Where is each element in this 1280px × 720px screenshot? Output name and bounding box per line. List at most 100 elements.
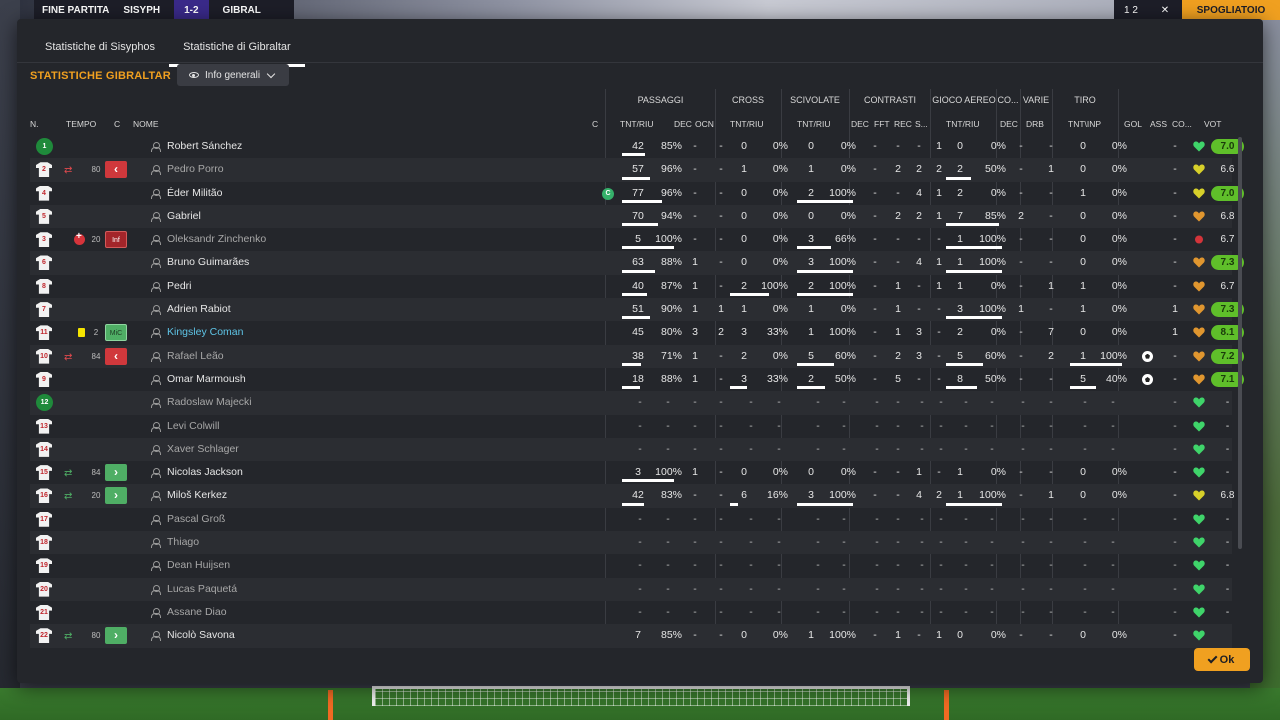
stat-cell: - [873,163,877,176]
table-row[interactable]: 14 Xaver Schlager - - - - - - - - - - - - - - - - - - - - [30,437,1232,462]
stat-bar [622,176,650,180]
player-name[interactable]: Nicolas Jackson [167,461,243,484]
stat-cell: 0% [990,466,1006,479]
table-row[interactable]: 9 Omar Marmoush 18 88% 1-3 33% 2 50% -5- -8 50% - -5… [30,368,1244,391]
stat-bar [622,246,674,250]
col-contr-fft[interactable]: FFT [874,119,890,129]
table-row[interactable]: 21 Assane Diao - - - - - - - - - - - - - - - - - - - - [30,601,1232,624]
player-name[interactable]: Levi Colwill [167,415,220,438]
col-pass-tnt[interactable]: TNT/RIU [620,119,654,129]
col-varie-drb[interactable]: DRB [1026,119,1044,129]
col-contr-dec[interactable]: DEC [851,119,869,129]
table-row[interactable]: 4 Éder Militão C 77 96% - -0 0% 2 100% - -4 1 2 0% - -1 0… [30,182,1244,205]
rating: - [1225,560,1230,572]
stat-cell: - [719,396,723,409]
player-name[interactable]: Adrien Rabiot [167,298,231,321]
col-c[interactable]: C [114,119,120,129]
group-cross: CROSS [731,95,764,105]
table-row[interactable]: 15 ⇄ 84 › Nicolas Jackson 3 100% 1-0 0% 0 0% - -1-1 0… [30,461,1232,484]
score: 1-2 [174,0,209,20]
player-name[interactable]: Kingsley Coman [167,321,243,344]
player-name[interactable]: Nicolò Savona [167,624,235,647]
table-row[interactable]: 10 ⇄ 84 ‹ Rafael Leão 38 71% 1-2 0% 5 60% -2 3-5 60% -… [30,344,1244,368]
spogliatoio-button[interactable]: SPOGLIATOIO [1182,0,1280,20]
col-gol[interactable]: GOL [1124,119,1142,129]
view-dropdown[interactable]: Info generali [177,64,289,86]
col-nome[interactable]: NOME [133,119,159,129]
col-aereo-tnt[interactable]: TNT/RIU [946,119,980,129]
heart-icon [1193,444,1205,455]
table-row[interactable]: 12 Radoslaw Majecki - - - - - - - - - - - - - - - - - - - - [30,391,1232,415]
stat-cell: - [1021,605,1025,618]
player-name[interactable]: Gabriel [167,205,201,228]
player-name[interactable]: Radoslaw Majecki [167,391,252,414]
player-name[interactable]: Pedro Porro [167,158,224,181]
table-row[interactable]: 18 Thiago - - - - - - - - - - - - - - - - - - - - [30,531,1232,555]
player-name[interactable]: Xaver Schlager [167,438,239,461]
stat-cell: - [638,396,642,409]
table-row[interactable]: 17 Pascal Groß - - - - - - - - - - - - - - - - - - - - [30,508,1232,531]
col-tiro-tnt[interactable]: TNT\INP [1068,119,1101,129]
table-row[interactable]: 13 Levi Colwill - - - - - - - - - - - - - - - - - - - - [30,415,1232,438]
col-ass[interactable]: ASS [1150,119,1167,129]
stat-bar [730,293,769,297]
table-row[interactable]: 20 Lucas Paquetá - - - - - - - - - - - - - - - - - - - - [30,577,1232,601]
table-row[interactable]: 1 Robert Sánchez 42 85% - -0 0% 0 0% - - -1 0 0% - -0 0%… [30,135,1244,158]
stat-cell: - [1083,605,1087,618]
heart-icon [1193,164,1205,175]
stat-cell: - [920,559,924,572]
ok-button[interactable]: Ok [1194,648,1250,671]
player-name[interactable]: Rafael Leão [167,345,224,368]
table-row[interactable]: 19 Dean Huijsen - - - - - - - - - - - - - - - - - - - - [30,554,1232,577]
stat-cell: - [693,536,697,549]
col-pass-ocn[interactable]: OCN [695,119,714,129]
stat-cell: - [896,140,900,152]
player-name[interactable]: Omar Marmoush [167,368,246,391]
heart-icon [1193,397,1205,408]
stat-cell: 1 [936,186,942,199]
player-name[interactable]: Thiago [167,531,199,554]
player-name[interactable]: Assane Diao [167,601,227,624]
table-row[interactable]: 16 ⇄ 20 › Miloš Kerkez 42 83% - -6 16% 3 100% - -4 2 1 1… [30,484,1234,508]
player-name[interactable]: Bruno Guimarães [167,251,249,274]
col-pass-dec[interactable]: DEC [674,119,692,129]
stat-cell: 0 [1080,466,1086,479]
col-vot[interactable]: VOT [1204,119,1221,129]
table-row[interactable]: 8 Pedri 40 87% 1-2 100% 2 100% -1-1 1 0% -1 1 0% -6.7 [30,275,1234,298]
col-contr-s[interactable]: S... [915,119,928,129]
player-name[interactable]: Robert Sánchez [167,135,242,158]
stat-cell: 0% [772,349,788,362]
col-tempo[interactable]: TEMPO [66,119,96,129]
player-name[interactable]: Miloš Kerkez [167,484,227,507]
col-cross-tnt[interactable]: TNT/RIU [730,119,764,129]
goalkeeper-shirt-icon: 1 [36,138,53,155]
col-sciv-tnt[interactable]: TNT/RIU [797,119,831,129]
col-contr-rec[interactable]: REC [894,119,912,129]
stat-cell: - [816,536,820,549]
stat-cell: - [1019,279,1023,292]
stat-cell: - [638,559,642,572]
stat-cell: 1 [808,326,814,339]
table-row[interactable]: 11 2 MiC Kingsley Coman 45 80% 3 2 3 33% 1 100% -1 3-… [30,321,1244,344]
table-row[interactable]: 5 Gabriel 70 94% - -0 0% 0 0% -2 2 1 7 85% 2-0 0% -6.8 [30,204,1234,229]
table-row[interactable]: 2 ⇄ 80 ‹ Pedro Porro 57 96% - -1 0% 1 0% -2 2 2 2 50% -1 0… [30,158,1234,182]
col-c2[interactable]: C [592,119,598,129]
player-name[interactable]: Pedri [167,275,192,298]
close-icon[interactable]: ✕ [1148,0,1182,20]
player-name[interactable]: Éder Militão [167,182,222,205]
col-n[interactable]: N. [30,119,39,129]
col-co-dec[interactable]: DEC [1000,119,1018,129]
stat-cell: 40% [1105,372,1127,385]
stat-cell: - [816,605,820,618]
player-name[interactable]: Oleksandr Zinchenko [167,228,266,251]
player-name[interactable]: Pascal Groß [167,508,225,531]
player-name[interactable]: Dean Huijsen [167,554,230,577]
col-co2[interactable]: CO... [1172,119,1192,129]
table-row[interactable]: 22 ⇄ 80 › Nicolò Savona 7 85% - -0 0% 1 100% -1-1 0 0%… [30,624,1232,648]
player-name[interactable]: Lucas Paquetá [167,578,237,601]
stat-cell: - [1021,442,1025,455]
table-row[interactable]: 320InfOleksandr Zinchenko5100%--00%366%-… [30,228,1234,251]
table-row[interactable]: 6 Bruno Guimarães 63 88% 1-0 0% 3 100% - -4 1 1 100%… [30,251,1244,275]
table-row[interactable]: 7 Adrien Rabiot 51 90% 1 1 1 0% 1 0% -1- -3 100% 1-1 0… [30,298,1244,322]
scrollbar[interactable] [1238,137,1242,549]
